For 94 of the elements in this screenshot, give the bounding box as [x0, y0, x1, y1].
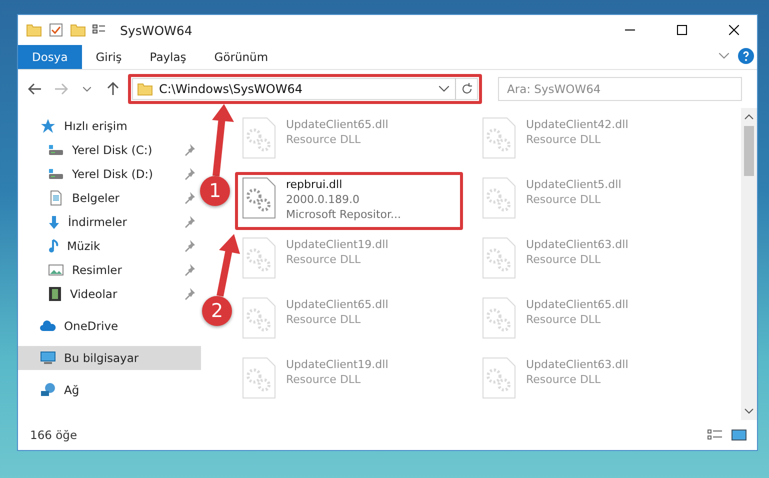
dropdown-icon [439, 86, 449, 92]
help-button[interactable] [735, 45, 757, 67]
ribbon-tab[interactable]: Paylaş [136, 45, 200, 69]
music-note-icon [48, 239, 59, 253]
dll-file-icon [242, 357, 276, 399]
sidebar-item-label: Yerel Disk (D:) [72, 167, 154, 181]
properties-icon [48, 22, 64, 38]
sidebar-item-label: Müzik [67, 239, 102, 253]
dll-file-icon [482, 297, 516, 339]
close-icon [729, 25, 739, 35]
chevron-down-icon [719, 53, 729, 59]
sidebar-item-label: Belgeler [72, 191, 121, 205]
file-name[interactable]: repbrui.dll [286, 177, 402, 192]
scroll-down-icon [744, 408, 754, 414]
file-detail: Resource DLL [526, 372, 602, 387]
file-detail: 2000.0.189.0 [286, 192, 360, 207]
file-detail: Resource DLL [286, 312, 362, 327]
sidebar-item-label: Hızlı erişim [64, 119, 128, 133]
dll-file-icon [242, 177, 276, 219]
dll-file-icon [482, 237, 516, 279]
sidebar-item-label: Ağ [64, 383, 80, 397]
new-folder-icon [70, 22, 86, 38]
download-arrow-icon [48, 216, 60, 228]
sidebar-item[interactable]: Yerel Disk (C:) [18, 138, 201, 162]
search-field[interactable]: Ara: SysWOW64 [498, 77, 742, 101]
chevron-down-icon [83, 86, 91, 92]
scrollbar-thumb[interactable] [744, 126, 754, 176]
scrollbar[interactable] [741, 108, 757, 420]
dll-file-icon [482, 117, 516, 159]
file-detail: Resource DLL [286, 252, 362, 267]
document-icon [48, 190, 64, 206]
pin-icon[interactable] [184, 168, 195, 180]
sidebar-item-label: İndirmeler [68, 215, 128, 229]
window-title: SysWOW64 [120, 22, 194, 38]
dll-file-icon [482, 177, 516, 219]
refresh-icon [460, 83, 472, 95]
star-icon [40, 118, 56, 134]
ribbon-tab[interactable]: Giriş [82, 45, 136, 69]
up-arrow-icon [107, 82, 119, 96]
pin-icon[interactable] [184, 216, 195, 228]
sidebar-item-label: Yerel Disk (C:) [72, 143, 154, 157]
pin-icon[interactable] [184, 288, 195, 300]
forward-arrow-icon [54, 83, 68, 95]
sidebar-item-label: OneDrive [64, 319, 120, 333]
address-path: C:\Windows\SysWOW64 [159, 82, 304, 96]
computer-icon [40, 351, 56, 365]
details-view-icon[interactable] [707, 429, 723, 441]
maximize-icon [677, 25, 687, 35]
sidebar-item[interactable]: Bu bilgisayar [18, 346, 201, 370]
file-detail: Resource DLL [526, 312, 602, 327]
drive-icon [48, 144, 64, 156]
drive-icon [48, 168, 64, 180]
dll-file-icon [242, 297, 276, 339]
sidebar-item[interactable]: Ağ [18, 378, 201, 402]
sidebar-item-label: Bu bilgisayar [64, 351, 140, 365]
picture-icon [48, 264, 64, 276]
pin-icon[interactable] [184, 264, 195, 276]
item-count: 166 öğe [30, 428, 78, 442]
cloud-icon [40, 320, 56, 332]
ribbon-tab[interactable]: Dosya [18, 45, 82, 69]
network-icon [40, 382, 56, 398]
file-detail: Resource DLL [286, 372, 362, 387]
sidebar-item[interactable]: Müzik [18, 234, 201, 258]
ribbon-tab[interactable]: Görünüm [200, 45, 282, 69]
pin-icon[interactable] [184, 144, 195, 156]
dll-file-icon [482, 357, 516, 399]
pin-icon[interactable] [184, 240, 195, 252]
file-detail: Resource DLL [286, 132, 362, 147]
sidebar-item[interactable]: Hızlı erişim [18, 114, 201, 138]
sidebar-item-label: Resimler [72, 263, 123, 277]
file-detail: Microsoft Repositor... [286, 207, 402, 222]
folder-icon [137, 81, 153, 97]
film-icon [48, 286, 62, 302]
large-icons-view-icon[interactable] [731, 429, 747, 441]
sidebar-item[interactable]: İndirmeler [18, 210, 201, 234]
back-arrow-icon [28, 83, 42, 95]
sidebar-item[interactable]: Resimler [18, 258, 201, 282]
minimize-icon [625, 29, 635, 31]
file-detail: Resource DLL [526, 132, 602, 147]
sidebar-item[interactable]: Videolar [18, 282, 201, 306]
dll-file-icon [242, 117, 276, 159]
pointer-arrow [216, 234, 240, 297]
sidebar-item[interactable]: Belgeler [18, 186, 201, 210]
sidebar-item[interactable]: OneDrive [18, 314, 201, 338]
scroll-up-icon [744, 114, 754, 120]
dll-file-icon [242, 237, 276, 279]
file-detail: Resource DLL [526, 192, 602, 207]
folder-icon [26, 22, 42, 38]
address-bar[interactable]: C:\Windows\SysWOW64 [132, 78, 478, 100]
sidebar-item-label: Videolar [70, 287, 118, 301]
pin-icon[interactable] [184, 192, 195, 204]
help-icon [738, 48, 754, 64]
file-detail: Resource DLL [526, 252, 602, 267]
sidebar-item[interactable]: Yerel Disk (D:) [18, 162, 201, 186]
